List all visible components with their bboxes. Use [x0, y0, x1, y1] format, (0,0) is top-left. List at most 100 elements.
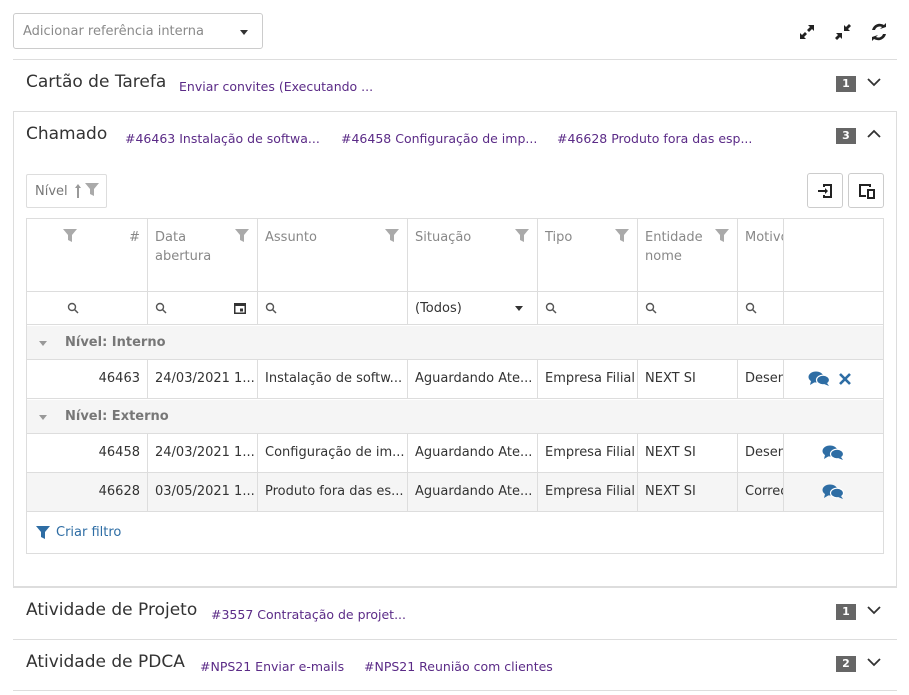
cell-motivo: Desen: [745, 371, 784, 386]
comments-icon[interactable]: [808, 370, 830, 388]
column-header-motivo[interactable]: Motivo: [738, 219, 784, 291]
reference-link[interactable]: #46463 Instalação de softwa...: [125, 131, 320, 146]
cell-num: 46458: [98, 445, 140, 460]
section-cartao-tarefa-header[interactable]: Cartão de Tarefa Enviar convites (Execut…: [13, 60, 909, 108]
reference-link[interactable]: #46458 Configuração de imp...: [341, 131, 537, 146]
chevron-down-icon[interactable]: [866, 602, 882, 618]
section-title: Cartão de Tarefa: [26, 72, 167, 92]
cell-entidade: NEXT SI: [645, 484, 696, 499]
section-atividade-projeto-header[interactable]: Atividade de Projeto #3557 Contratação d…: [13, 588, 909, 636]
export-button[interactable]: [807, 173, 843, 208]
filter-cell[interactable]: [148, 292, 258, 324]
export-icon: [818, 184, 832, 198]
filter-icon[interactable]: [615, 229, 629, 243]
cell-data: 03/05/2021 1...: [155, 484, 255, 499]
cell-tipo: Empresa Filial: [545, 445, 636, 460]
filter-icon[interactable]: [515, 229, 529, 243]
group-row[interactable]: Nível: Externo: [27, 400, 883, 434]
internal-reference-placeholder: Adicionar referência interna: [23, 24, 204, 39]
section-title: Chamado: [26, 124, 108, 144]
section-chamado-header[interactable]: Chamado #46463 Instalação de softwa... #…: [13, 112, 909, 160]
cell-entidade: NEXT SI: [645, 371, 696, 386]
group-by-chip[interactable]: Nível: [26, 174, 107, 208]
comments-icon[interactable]: [822, 483, 844, 501]
filter-icon: [36, 525, 50, 539]
chevron-down-icon[interactable]: [866, 74, 882, 90]
search-icon: [265, 302, 277, 314]
column-title: Entidade nome: [645, 230, 703, 264]
column-header-tipo[interactable]: Tipo: [538, 219, 638, 291]
section-title: Atividade de PDCA: [26, 652, 185, 672]
count-badge: 1: [836, 76, 856, 92]
remove-icon[interactable]: [838, 372, 852, 386]
filter-cell[interactable]: [638, 292, 738, 324]
cell-tipo: Empresa Filial: [545, 371, 636, 386]
filter-cell[interactable]: [27, 292, 148, 324]
group-row[interactable]: Nível: Interno: [27, 326, 883, 360]
count-badge: 3: [836, 128, 856, 144]
table-row[interactable]: 46458 24/03/2021 1... Configuração de im…: [27, 434, 883, 473]
cell-num: 46628: [98, 484, 140, 499]
cell-data: 24/03/2021 1...: [155, 371, 255, 386]
column-title: #: [129, 230, 140, 245]
cell-situacao: Aguardando Ate...: [415, 371, 533, 386]
column-header-entidade[interactable]: Entidade nome: [638, 219, 738, 291]
filter-cell[interactable]: [538, 292, 638, 324]
expand-icon[interactable]: [795, 20, 819, 44]
column-title: Situação: [415, 230, 472, 245]
create-filter-link[interactable]: Criar filtro: [36, 525, 121, 540]
column-header-assunto[interactable]: Assunto: [258, 219, 408, 291]
filter-icon[interactable]: [385, 229, 399, 243]
cell-assunto: Configuração de im...: [265, 445, 405, 460]
column-header-num[interactable]: #: [27, 219, 148, 291]
filter-icon[interactable]: [85, 183, 99, 197]
reference-link[interactable]: Enviar convites (Executando ...: [179, 79, 373, 94]
filter-icon[interactable]: [715, 229, 729, 243]
cell-entidade: NEXT SI: [645, 445, 696, 460]
group-label: Nível: Interno: [65, 335, 166, 350]
create-filter-label: Criar filtro: [56, 525, 122, 540]
filter-cell[interactable]: [738, 292, 784, 324]
column-title: Tipo: [545, 230, 573, 245]
cell-motivo: Desen: [745, 445, 784, 460]
chevron-up-icon[interactable]: [866, 126, 882, 142]
column-header-situacao[interactable]: Situação: [408, 219, 538, 291]
table-row[interactable]: 46463 24/03/2021 1... Instalação de soft…: [27, 360, 883, 399]
filter-icon[interactable]: [235, 229, 249, 243]
chevron-down-icon: [515, 306, 523, 311]
count-badge: 1: [836, 604, 856, 620]
column-title: Motivo: [745, 230, 783, 245]
chevron-down-icon: [240, 30, 248, 35]
comments-icon[interactable]: [822, 444, 844, 462]
collapse-icon[interactable]: [831, 20, 855, 44]
column-chooser-icon: [859, 184, 875, 199]
internal-reference-select[interactable]: Adicionar referência interna: [13, 13, 263, 49]
group-expand-icon[interactable]: [39, 341, 47, 346]
filter-icon[interactable]: [63, 229, 77, 243]
reference-link[interactable]: #NPS21 Enviar e-mails: [200, 659, 344, 674]
reference-link[interactable]: #3557 Contratação de projet...: [211, 607, 406, 622]
chevron-down-icon[interactable]: [866, 654, 882, 670]
table-row[interactable]: 46628 03/05/2021 1... Produto fora das e…: [27, 473, 883, 512]
reference-link[interactable]: #46628 Produto fora das esp...: [557, 131, 752, 146]
filter-row: (Todos): [27, 291, 883, 325]
cell-assunto: Produto fora das es...: [265, 484, 404, 499]
situacao-filter-select[interactable]: (Todos): [408, 292, 538, 324]
calendar-icon[interactable]: [233, 301, 247, 315]
cell-data: 24/03/2021 1...: [155, 445, 255, 460]
sort-ascending-icon[interactable]: [74, 183, 82, 199]
cell-assunto: Instalação de softw...: [265, 371, 403, 386]
reference-link[interactable]: #NPS21 Reunião com clientes: [364, 659, 553, 674]
filter-cell[interactable]: [258, 292, 408, 324]
section-title: Atividade de Projeto: [26, 600, 198, 620]
cell-tipo: Empresa Filial: [545, 484, 636, 499]
column-header-data[interactable]: Data abertura: [148, 219, 258, 291]
count-badge: 2: [836, 656, 856, 672]
group-expand-icon[interactable]: [39, 415, 47, 420]
refresh-icon[interactable]: [867, 20, 891, 44]
column-chooser-button[interactable]: [848, 173, 884, 208]
column-title: Data abertura: [155, 230, 212, 264]
search-icon: [545, 302, 557, 314]
section-atividade-pdca-header[interactable]: Atividade de PDCA #NPS21 Enviar e-mails …: [13, 640, 909, 688]
search-icon: [67, 302, 79, 314]
